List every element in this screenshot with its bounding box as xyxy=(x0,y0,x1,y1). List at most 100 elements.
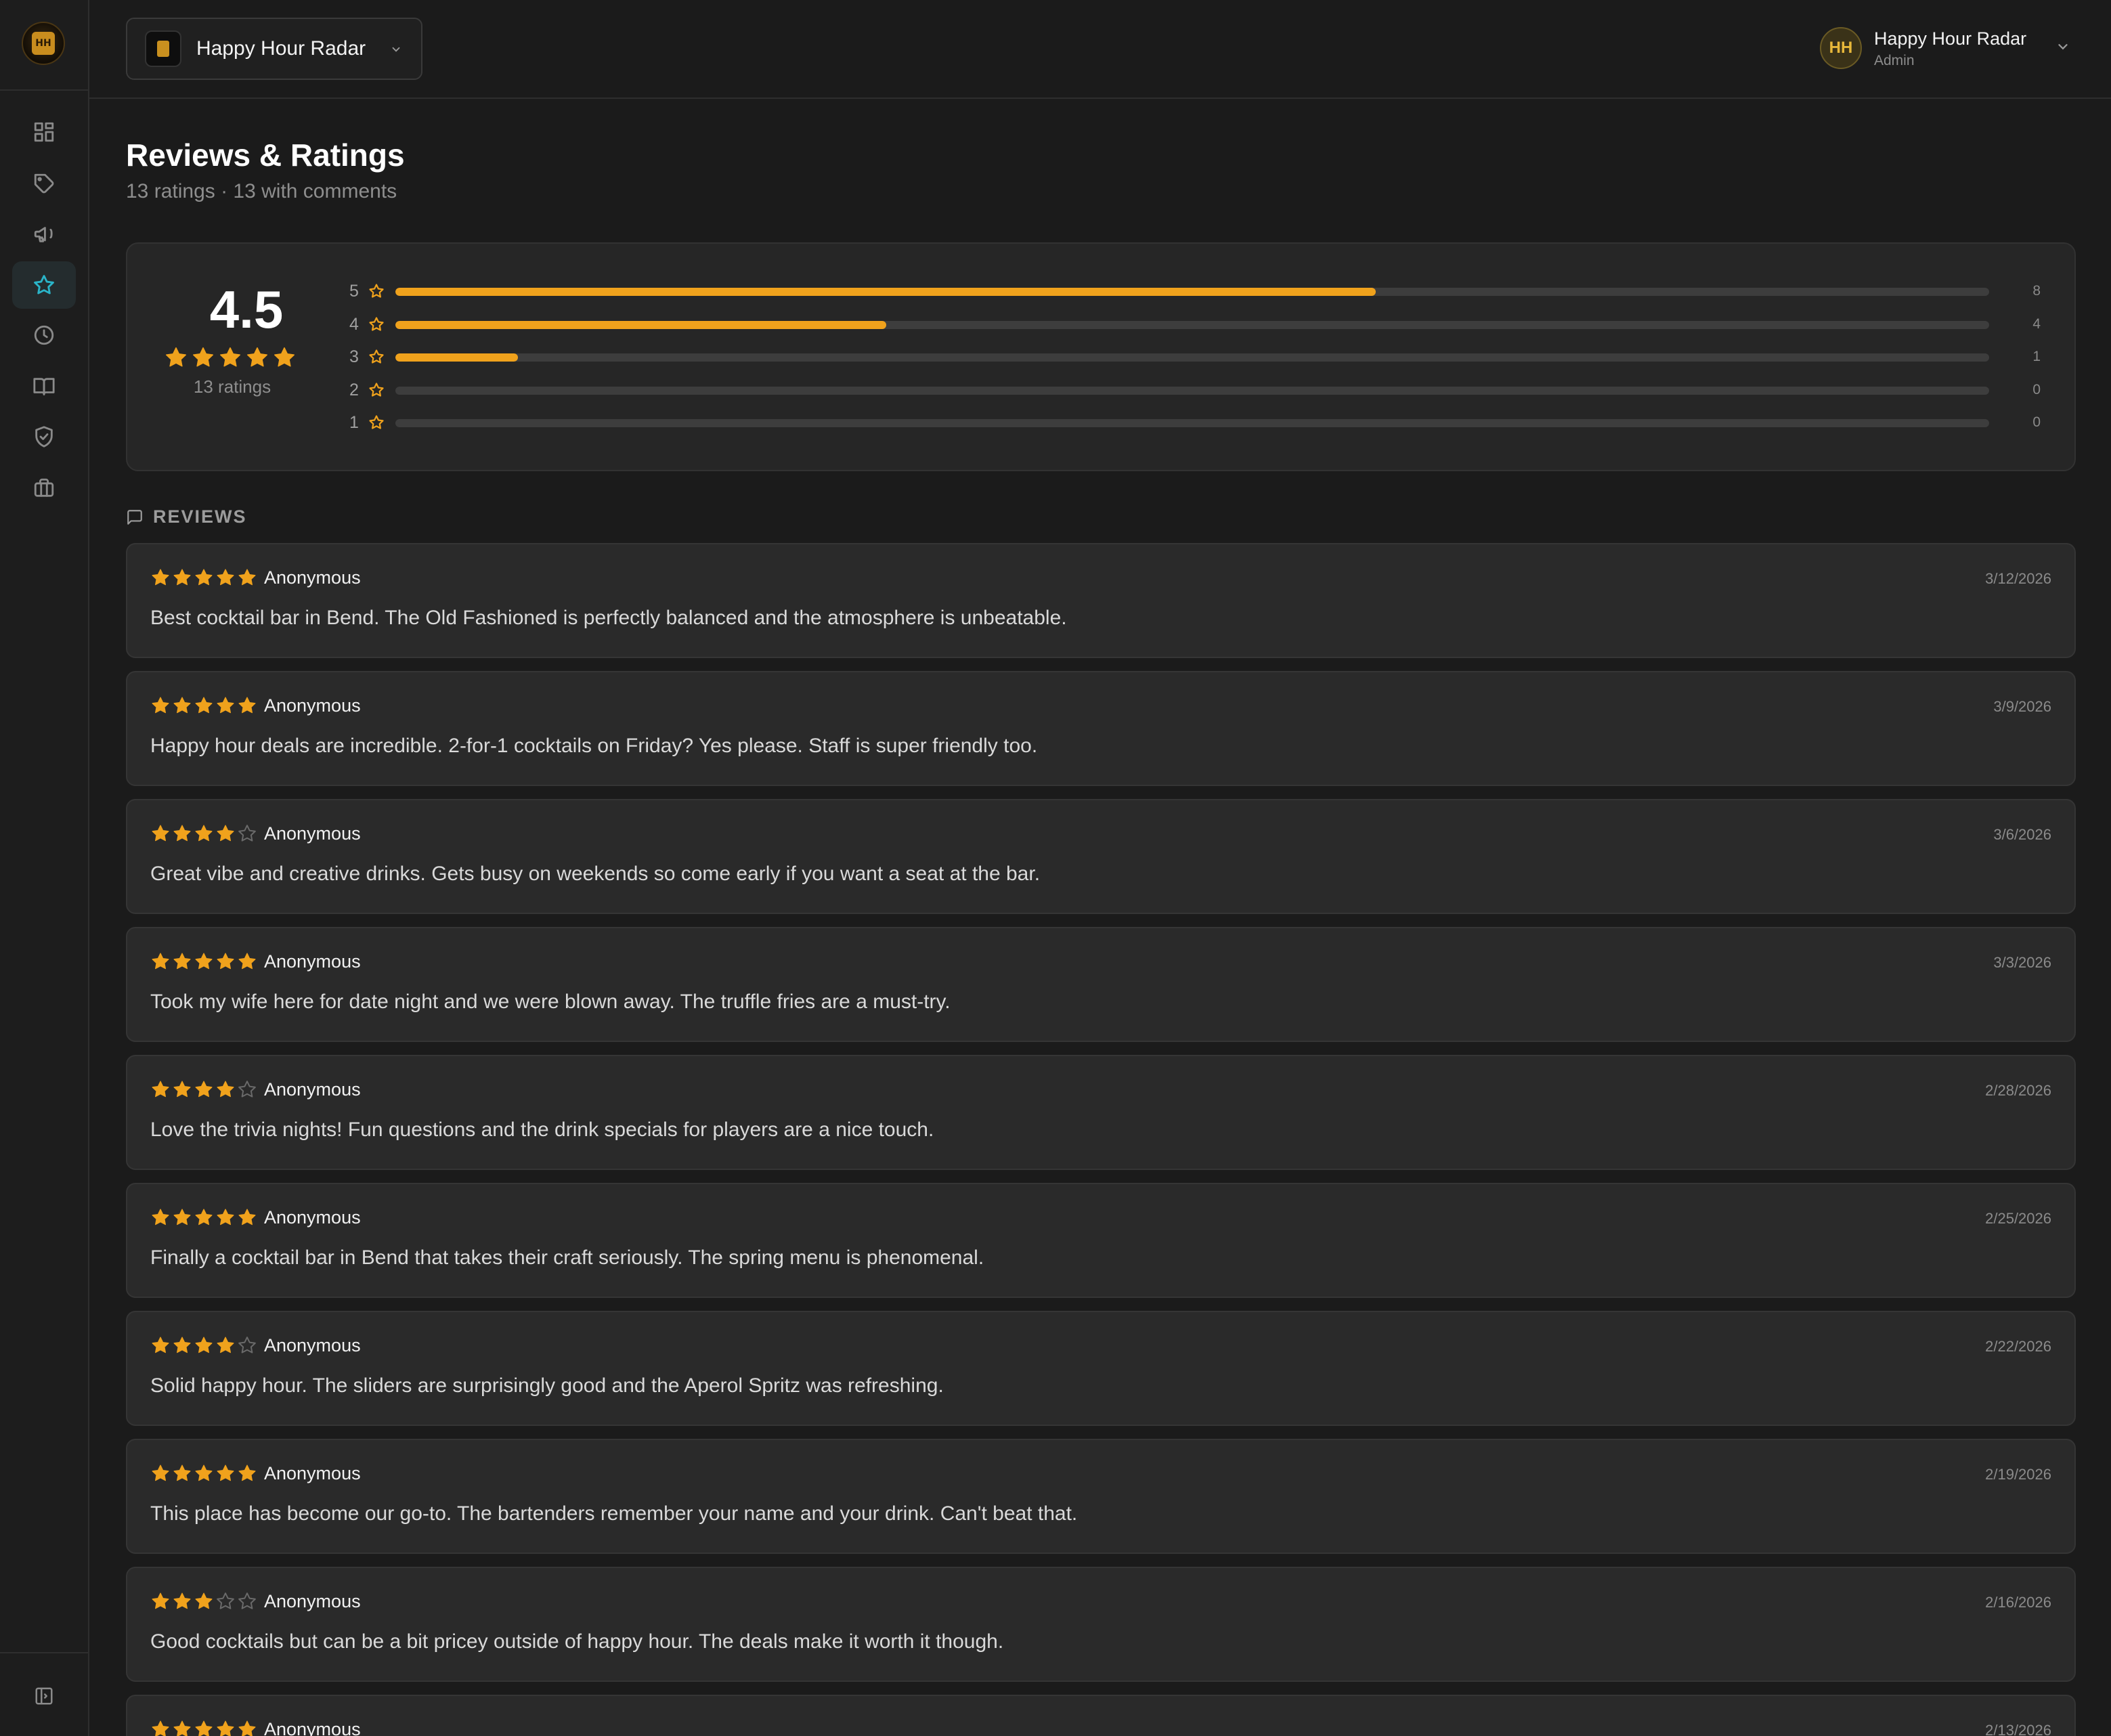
panel-toggle-icon xyxy=(35,1687,53,1705)
distribution-bar-fill xyxy=(395,353,519,362)
star-outline-icon xyxy=(369,415,384,429)
review-card: Anonymous 2/19/2026 This place has become … xyxy=(126,1439,2076,1554)
distribution-row: 31 xyxy=(349,347,2055,368)
review-stars xyxy=(150,567,257,588)
star-filled-icon xyxy=(173,825,191,842)
star-filled-icon xyxy=(195,1592,213,1609)
distribution-count: 8 xyxy=(2032,283,2041,299)
user-name: Happy Hour Radar xyxy=(1874,28,2027,49)
star-outline-icon xyxy=(217,1592,234,1609)
review-stars xyxy=(150,1719,257,1736)
review-card: Anonymous 2/25/2026 Finally a cocktail bar… xyxy=(126,1183,2076,1298)
chevron-down-icon xyxy=(392,47,400,52)
review-stars xyxy=(150,1207,257,1228)
review-stars xyxy=(150,1591,257,1611)
review-author: Anonymous xyxy=(264,695,361,716)
nav-business[interactable] xyxy=(12,464,76,512)
review-author: Anonymous xyxy=(264,1591,361,1611)
distribution-row: 10 xyxy=(349,413,2055,433)
distribution-bar-fill xyxy=(395,320,887,329)
rating-count: 13 ratings xyxy=(193,376,271,397)
logo-mark: HH xyxy=(32,32,55,55)
nav-schedule[interactable] xyxy=(12,311,76,359)
star-filled-icon xyxy=(195,1464,213,1481)
review-text: This place has become our go-to. The bar… xyxy=(150,1502,1078,1525)
nav-dashboard[interactable] xyxy=(12,108,76,156)
star-filled-icon xyxy=(195,1720,213,1736)
nav-menu[interactable] xyxy=(12,363,76,410)
star-filled-icon xyxy=(247,347,267,367)
chevron-down-icon xyxy=(2058,44,2068,50)
review-text: Great vibe and creative drinks. Gets bus… xyxy=(150,863,1041,885)
star-filled-icon xyxy=(152,1337,169,1353)
star-filled-icon xyxy=(152,825,169,842)
rating-summary-card: 4.5 13 ratings 5844312010 xyxy=(126,242,2076,471)
star-filled-icon xyxy=(173,1337,191,1353)
star-filled-icon xyxy=(217,953,234,970)
review-text: Love the trivia nights! Fun questions an… xyxy=(150,1119,934,1141)
star-filled-icon xyxy=(238,569,256,586)
page-title: Reviews & Ratings xyxy=(126,137,405,173)
star-outline-icon xyxy=(238,825,256,842)
star-filled-icon xyxy=(217,697,234,714)
distribution-bar-track xyxy=(395,288,1989,296)
sidebar-collapse-button[interactable] xyxy=(12,1672,76,1720)
review-text: Best cocktail bar in Bend. The Old Fashi… xyxy=(150,607,1067,629)
average-rating: 4.5 xyxy=(209,280,284,339)
distribution-bar-track xyxy=(395,353,1989,362)
user-menu[interactable]: HH Happy Hour Radar Admin xyxy=(1820,24,2070,72)
star-filled-icon xyxy=(274,347,295,367)
star-filled-icon xyxy=(173,1720,191,1736)
review-card: Anonymous 2/28/2026 Love the trivia nights… xyxy=(126,1055,2076,1170)
distribution-star-level: 5 xyxy=(349,282,359,301)
review-card: Anonymous 2/13/2026 xyxy=(126,1695,2076,1736)
star-filled-icon xyxy=(238,697,256,714)
app-logo[interactable]: HH xyxy=(22,22,65,65)
review-date: 3/3/2026 xyxy=(1993,954,2051,971)
review-author: Anonymous xyxy=(264,1463,361,1483)
distribution-count: 0 xyxy=(2032,381,2041,397)
review-author: Anonymous xyxy=(264,567,361,588)
distribution-row: 20 xyxy=(349,381,2055,401)
star-filled-icon xyxy=(238,1720,256,1736)
star-filled-icon xyxy=(238,1464,256,1481)
nav-reviews[interactable] xyxy=(12,261,76,309)
review-date: 2/13/2026 xyxy=(1985,1722,2051,1736)
distribution-bar-track xyxy=(395,419,1989,427)
review-author: Anonymous xyxy=(264,1207,361,1228)
star-filled-icon xyxy=(238,953,256,970)
star-filled-icon xyxy=(193,347,213,367)
star-filled-icon xyxy=(152,1209,169,1225)
review-date: 3/6/2026 xyxy=(1993,826,2051,843)
review-card: Anonymous 2/16/2026 Good cocktails but can… xyxy=(126,1567,2076,1682)
star-filled-icon xyxy=(152,953,169,970)
venue-thumbnail xyxy=(145,30,181,67)
distribution-star-level: 2 xyxy=(349,380,359,399)
review-date: 2/16/2026 xyxy=(1985,1594,2051,1611)
review-stars xyxy=(150,695,257,716)
review-date: 2/25/2026 xyxy=(1985,1210,2051,1227)
nav-promotions[interactable] xyxy=(12,210,76,257)
sidebar-divider xyxy=(0,89,88,91)
star-filled-icon xyxy=(173,1081,191,1098)
review-author: Anonymous xyxy=(264,1719,361,1736)
star-filled-icon xyxy=(238,1209,256,1225)
review-card: Anonymous 2/22/2026 Solid happy hour. The … xyxy=(126,1311,2076,1426)
star-filled-icon xyxy=(173,569,191,586)
review-author: Anonymous xyxy=(264,1335,361,1355)
sidebar-bottom-divider xyxy=(0,1652,88,1653)
star-filled-icon xyxy=(217,1464,234,1481)
sidebar: HH xyxy=(0,0,89,1736)
venue-selector[interactable]: Happy Hour Radar xyxy=(126,18,422,80)
nav-security[interactable] xyxy=(12,413,76,460)
review-text: Took my wife here for date night and we … xyxy=(150,991,951,1013)
star-outline-icon xyxy=(238,1337,256,1353)
review-author: Anonymous xyxy=(264,951,361,972)
nav-deals[interactable] xyxy=(12,160,76,207)
star-filled-icon xyxy=(173,1209,191,1225)
avatar: HH xyxy=(1820,27,1862,69)
review-date: 3/9/2026 xyxy=(1993,698,2051,715)
star-outline-icon xyxy=(238,1592,256,1609)
star-filled-icon xyxy=(217,825,234,842)
distribution-star-level: 4 xyxy=(349,314,359,334)
